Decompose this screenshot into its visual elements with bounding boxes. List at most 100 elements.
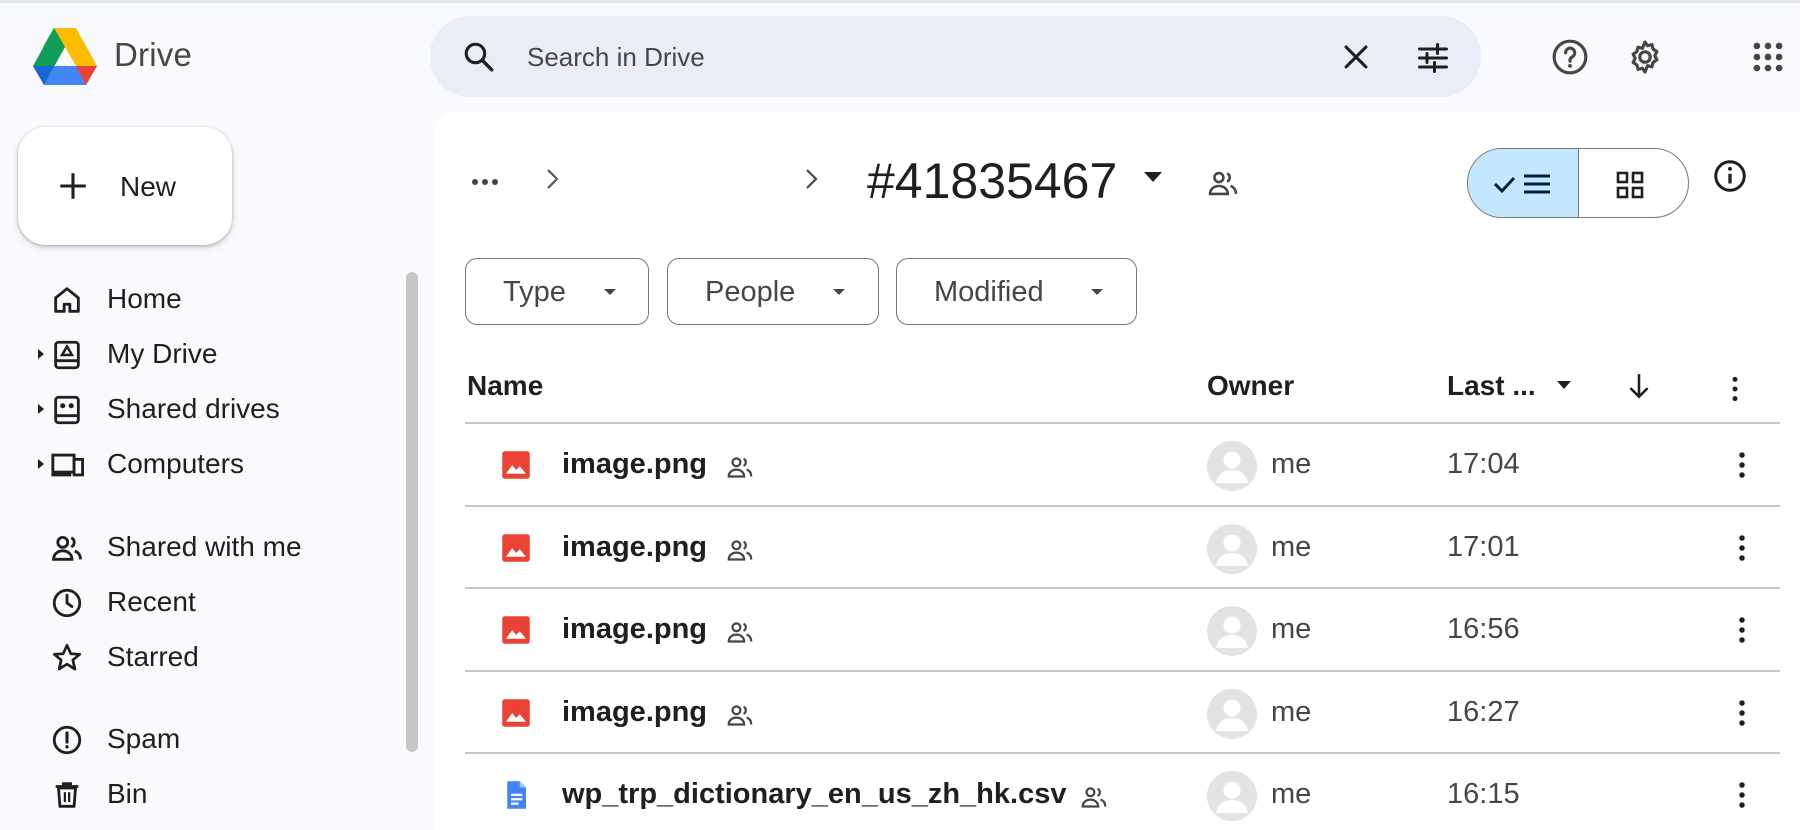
settings-gear-icon[interactable] <box>1626 38 1664 76</box>
column-header-name[interactable]: Name <box>467 370 543 402</box>
people-icon <box>52 535 82 561</box>
sidebar-item-label: Computers <box>107 448 244 479</box>
top-border <box>0 0 1800 3</box>
new-button[interactable]: New <box>18 127 232 245</box>
expand-caret-icon[interactable] <box>36 347 46 361</box>
table-row[interactable]: image.png me 17:01 <box>465 507 1780 589</box>
owner-name: me <box>1271 531 1312 563</box>
last-modified: 16:56 <box>1447 613 1520 645</box>
last-modified: 16:15 <box>1447 778 1520 810</box>
sidebar-item-spam[interactable]: Spam <box>36 717 396 763</box>
default-avatar-icon <box>1216 451 1248 483</box>
filter-people-label: People <box>705 276 796 308</box>
shared-drives-icon <box>54 395 80 425</box>
last-modified: 17:04 <box>1447 448 1520 480</box>
row-more-options-icon[interactable] <box>1727 698 1757 728</box>
image-file-icon <box>502 616 530 644</box>
filter-people-chip[interactable]: People <box>667 258 879 325</box>
default-avatar-icon <box>1216 781 1248 813</box>
sidebar-item-label: Bin <box>107 778 148 809</box>
file-name: image.png <box>562 448 708 480</box>
row-more-options-icon[interactable] <box>1727 780 1757 810</box>
grid-icon <box>1616 171 1644 199</box>
app-brand[interactable]: Drive <box>114 36 192 74</box>
view-toggle <box>1467 148 1689 218</box>
avatar <box>1207 524 1257 574</box>
chevron-down-icon <box>1091 289 1103 295</box>
grid-view-button[interactable] <box>1579 149 1688 217</box>
shared-people-icon <box>727 457 753 478</box>
info-icon[interactable] <box>1712 158 1748 194</box>
table-row[interactable]: image.png me 17:04 <box>465 424 1780 506</box>
table-row[interactable]: image.png me 16:27 <box>465 672 1780 754</box>
filter-modified-chip[interactable]: Modified <box>896 258 1137 325</box>
apps-grid-icon[interactable] <box>1749 38 1787 76</box>
expand-caret-icon[interactable] <box>36 402 46 416</box>
sort-direction-arrow-icon[interactable] <box>1626 371 1652 401</box>
image-file-icon <box>502 451 530 479</box>
row-more-options-icon[interactable] <box>1727 615 1757 645</box>
sidebar-scrollbar[interactable] <box>406 272 418 752</box>
drive-logo-icon[interactable] <box>33 28 97 86</box>
bin-icon <box>55 782 79 808</box>
last-modified: 16:27 <box>1447 696 1520 728</box>
shared-people-icon <box>727 705 753 726</box>
breadcrumb-redacted-folder[interactable] <box>580 135 780 225</box>
star-icon <box>52 643 82 671</box>
shared-people-icon <box>727 540 753 561</box>
search-input[interactable]: Search in Drive <box>527 42 705 73</box>
breadcrumb-more-icon[interactable] <box>468 170 502 194</box>
list-view-button[interactable] <box>1468 149 1579 217</box>
plus-icon <box>60 173 86 199</box>
chevron-down-icon <box>833 289 845 295</box>
sidebar-item-shared-drives[interactable]: Shared drives <box>36 387 396 433</box>
default-avatar-icon <box>1216 534 1248 566</box>
breadcrumb-chevron-icon <box>547 169 559 189</box>
expand-caret-icon[interactable] <box>36 457 46 471</box>
column-header-owner[interactable]: Owner <box>1207 370 1294 402</box>
my-drive-icon <box>54 340 80 370</box>
sidebar-item-bin[interactable]: Bin <box>36 772 396 818</box>
filter-modified-label: Modified <box>934 276 1044 308</box>
help-icon[interactable] <box>1551 38 1589 76</box>
new-button-label: New <box>120 171 177 202</box>
owner-name: me <box>1271 448 1312 480</box>
more-options-icon[interactable] <box>1722 374 1748 404</box>
sidebar-item-recent[interactable]: Recent <box>36 580 396 626</box>
search-bar[interactable]: Search in Drive <box>430 16 1481 97</box>
sidebar-item-computers[interactable]: Computers <box>36 442 396 488</box>
folder-menu-dropdown-icon[interactable] <box>1142 170 1164 184</box>
search-icon[interactable] <box>462 40 496 74</box>
sidebar-item-my-drive[interactable]: My Drive <box>36 332 396 378</box>
sidebar-item-label: Home <box>107 283 182 314</box>
file-name: image.png <box>562 531 708 563</box>
clear-search-icon[interactable] <box>1339 40 1373 74</box>
table-row[interactable]: image.png me 16:56 <box>465 589 1780 671</box>
chevron-down-icon <box>604 289 616 295</box>
sidebar-item-home[interactable]: Home <box>36 277 396 323</box>
avatar <box>1207 606 1257 656</box>
shared-folder-icon[interactable] <box>1206 168 1240 198</box>
spam-icon <box>52 725 82 755</box>
check-list-icon <box>1493 174 1550 194</box>
default-avatar-icon <box>1216 699 1248 731</box>
image-file-icon <box>502 534 530 562</box>
sidebar-item-label: Recent <box>107 586 196 617</box>
row-more-options-icon[interactable] <box>1727 450 1757 480</box>
file-name: image.png <box>562 613 708 645</box>
table-row[interactable]: wp_trp_dictionary_en_us_zh_hk.csv me 16:… <box>465 754 1780 830</box>
row-more-options-icon[interactable] <box>1727 533 1757 563</box>
sort-dropdown-icon[interactable] <box>1555 379 1573 391</box>
sidebar-item-starred[interactable]: Starred <box>36 635 396 681</box>
current-folder-title[interactable]: #41835467 <box>867 152 1117 210</box>
shared-people-icon <box>727 622 753 643</box>
search-options-icon[interactable] <box>1415 40 1451 76</box>
filter-type-chip[interactable]: Type <box>465 258 649 325</box>
breadcrumb-chevron-icon <box>806 169 818 189</box>
column-header-last-modified[interactable]: Last ... <box>1447 370 1536 402</box>
document-file-icon <box>507 781 526 809</box>
owner-name: me <box>1271 696 1312 728</box>
sidebar-item-shared-with-me[interactable]: Shared with me <box>36 525 396 571</box>
avatar <box>1207 771 1257 821</box>
shared-people-icon <box>1081 787 1107 808</box>
